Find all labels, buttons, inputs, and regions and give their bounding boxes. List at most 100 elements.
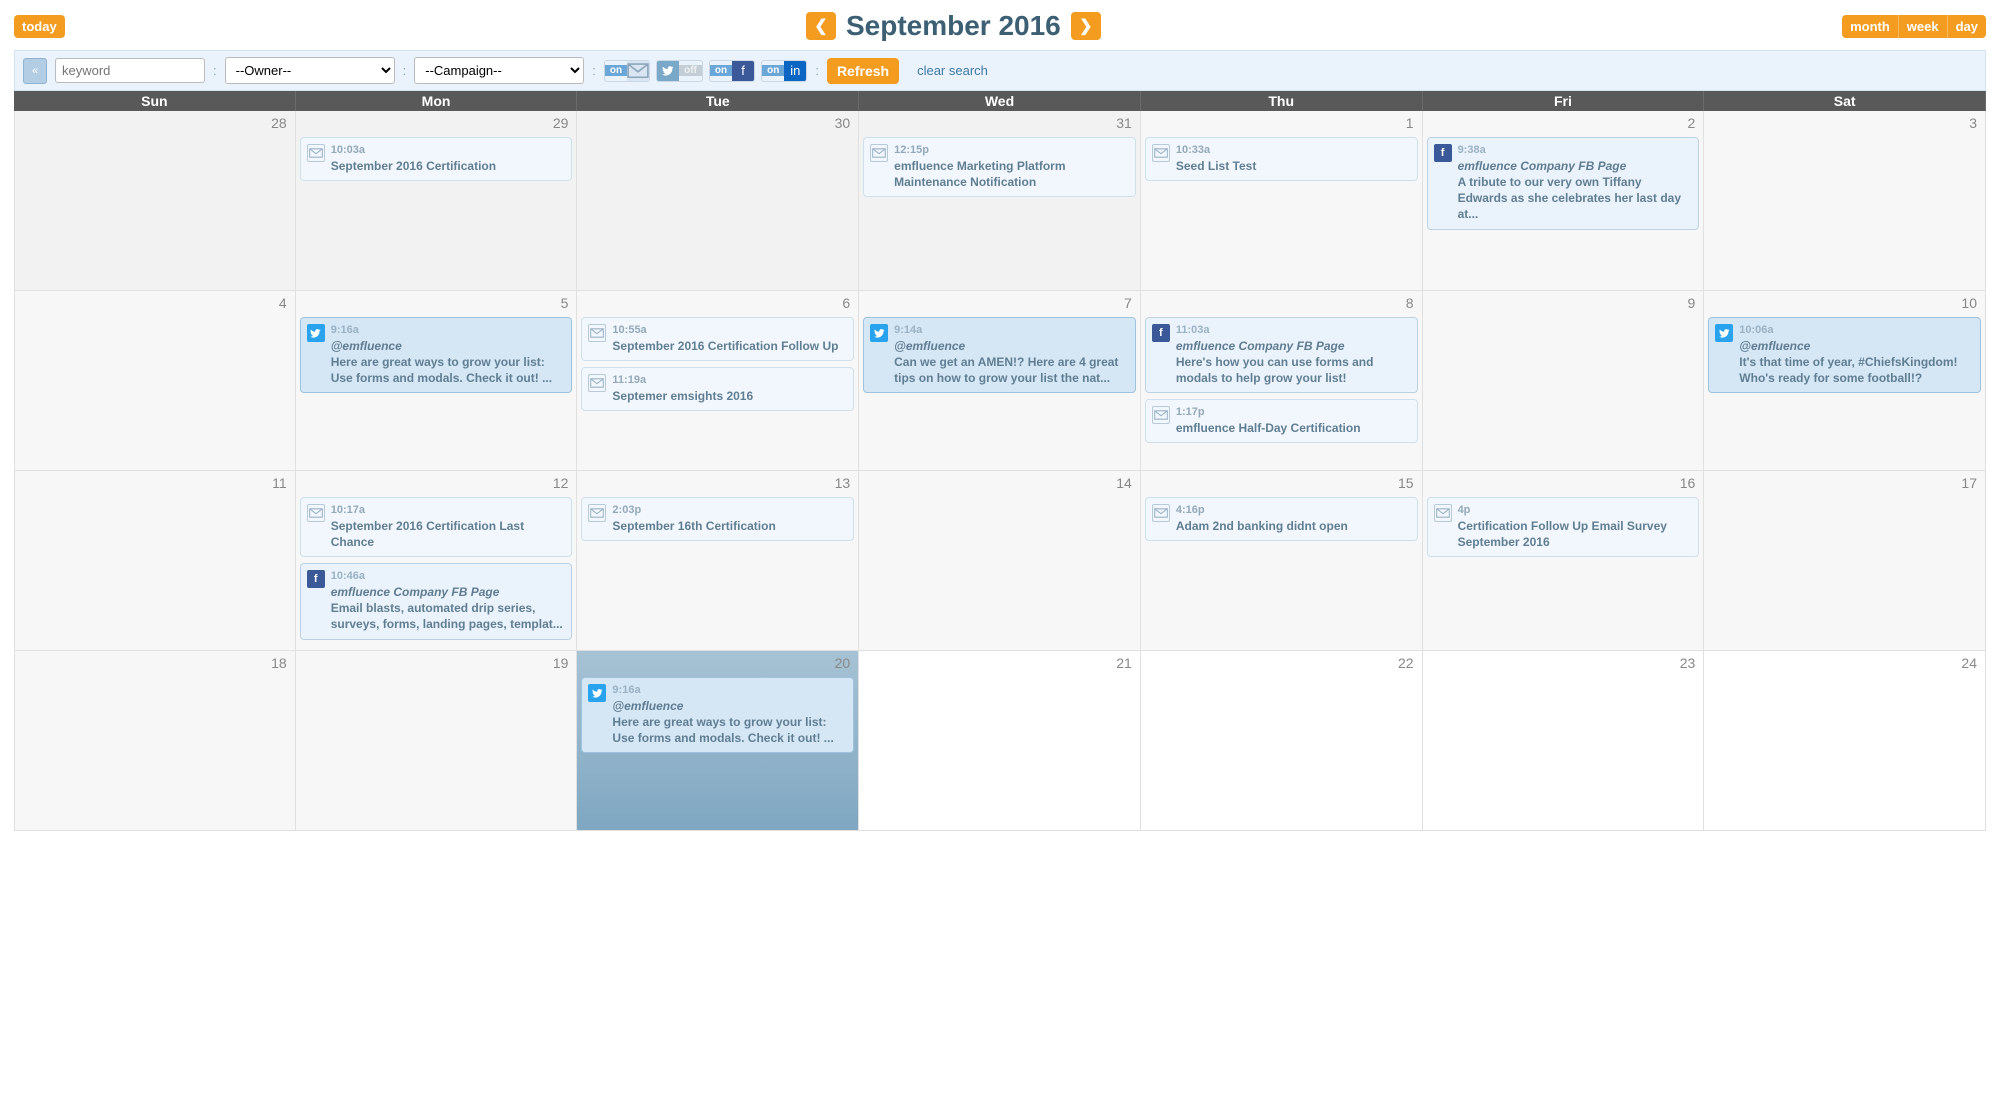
toggle-label: on [710, 65, 732, 76]
events-list: 10:03aSeptember 2016 Certification [300, 137, 573, 181]
calendar-event[interactable]: 2:03pSeptember 16th Certification [581, 497, 854, 541]
event-time: 9:16a [331, 323, 566, 338]
calendar-event[interactable]: f11:03aemfluence Company FB PageHere's h… [1145, 317, 1418, 393]
events-list: 10:33aSeed List Test [1145, 137, 1418, 181]
calendar-cell[interactable]: 17 [1704, 471, 1986, 651]
calendar-cell[interactable]: 3 [1704, 111, 1986, 291]
calendar-cell[interactable]: 19 [296, 651, 578, 831]
event-content: 2:03pSeptember 16th Certification [612, 503, 847, 534]
calendar-event[interactable]: 11:19aSeptemer emsights 2016 [581, 367, 854, 411]
refresh-button[interactable]: Refresh [827, 58, 899, 84]
campaign-select[interactable]: --Campaign-- [414, 57, 584, 84]
day-number: 17 [1961, 475, 1977, 491]
event-subject: September 2016 Certification [331, 158, 566, 174]
toggle-linkedin[interactable]: on in [761, 60, 807, 82]
calendar-header: today ❮ September 2016 ❯ month week day [0, 0, 2000, 50]
clear-search-link[interactable]: clear search [917, 63, 988, 78]
calendar-cell[interactable]: 23 [1423, 651, 1705, 831]
event-body: Here's how you can use forms and modals … [1176, 354, 1411, 386]
calendar-cell[interactable]: 1210:17aSeptember 2016 Certification Las… [296, 471, 578, 651]
view-day-button[interactable]: day [1948, 15, 1986, 38]
calendar-cell[interactable]: 29 10:03aSeptember 2016 Certification [296, 111, 578, 291]
calendar-event[interactable]: 10:17aSeptember 2016 Certification Last … [300, 497, 573, 557]
day-header-thu: Thu [1141, 91, 1423, 111]
event-subject: Certification Follow Up Email Survey Sep… [1458, 518, 1693, 550]
separator: : [592, 63, 596, 78]
calendar-cell[interactable]: 132:03pSeptember 16th Certification [577, 471, 859, 651]
day-number: 2 [1687, 115, 1695, 131]
calendar-event[interactable]: 4pCertification Follow Up Email Survey S… [1427, 497, 1700, 557]
toggle-twitter[interactable]: off [656, 60, 703, 82]
event-body: Here are great ways to grow your list: U… [331, 354, 566, 386]
calendar-event[interactable]: 10:03aSeptember 2016 Certification [300, 137, 573, 181]
calendar-cell[interactable]: 4 [14, 291, 296, 471]
calendar-cell[interactable]: 18 [14, 651, 296, 831]
calendar-cell[interactable]: 14 [859, 471, 1141, 651]
view-week-button[interactable]: week [1899, 15, 1948, 38]
calendar-cell[interactable]: 9 [1423, 291, 1705, 471]
event-time: 9:38a [1458, 143, 1693, 158]
view-month-button[interactable]: month [1842, 15, 1899, 38]
event-content: 9:16a@emfluenceHere are great ways to gr… [331, 323, 566, 386]
calendar-cell[interactable]: 59:16a@emfluenceHere are great ways to g… [296, 291, 578, 471]
calendar-cell[interactable]: 164pCertification Follow Up Email Survey… [1423, 471, 1705, 651]
calendar-cell[interactable]: 110:33aSeed List Test [1141, 111, 1423, 291]
calendar-cell[interactable]: 30 [577, 111, 859, 291]
calendar-cell[interactable]: 154:16pAdam 2nd banking didnt open [1141, 471, 1423, 651]
calendar-cell[interactable]: 7 9:14a@emfluenceCan we get an AMEN!? Her… [859, 291, 1141, 471]
events-list: 10:55aSeptember 2016 Certification Follo… [581, 317, 854, 411]
calendar-cell[interactable]: 610:55aSeptember 2016 Certification Foll… [577, 291, 859, 471]
events-list: 10:06a@emfluenceIt's that time of year, … [1708, 317, 1981, 393]
day-header-tue: Tue [577, 91, 859, 111]
calendar-event[interactable]: 12:15pemfluence Marketing Platform Maint… [863, 137, 1136, 197]
calendar-cell[interactable]: 2 f9:38aemfluence Company FB PageA tribut… [1423, 111, 1705, 291]
event-content: 10:33aSeed List Test [1176, 143, 1411, 174]
chevron-left-icon: ❮ [814, 16, 827, 36]
event-subject: emfluence Marketing Platform Maintenance… [894, 158, 1129, 190]
prev-month-button[interactable]: ❮ [806, 12, 836, 40]
calendar-cell[interactable]: 8f11:03aemfluence Company FB PageHere's … [1141, 291, 1423, 471]
owner-select[interactable]: --Owner-- [225, 57, 395, 84]
calendar-cell[interactable]: 21 [859, 651, 1141, 831]
calendar-cell[interactable]: 3112:15pemfluence Marketing Platform Mai… [859, 111, 1141, 291]
calendar-event[interactable]: 10:33aSeed List Test [1145, 137, 1418, 181]
calendar-cell[interactable]: 209:16a@emfluenceHere are great ways to … [577, 651, 859, 831]
event-subject: Septemer emsights 2016 [612, 388, 847, 404]
linkedin-icon: in [784, 61, 806, 81]
keyword-input[interactable] [55, 58, 205, 83]
calendar-cell[interactable]: 11 [14, 471, 296, 651]
collapse-filters-button[interactable]: « [23, 58, 47, 84]
today-button[interactable]: today [14, 15, 65, 38]
day-number: 7 [1124, 295, 1132, 311]
event-subject: September 16th Certification [612, 518, 847, 534]
event-subject: emfluence Half-Day Certification [1176, 420, 1411, 436]
calendar-event[interactable]: 9:16a@emfluenceHere are great ways to gr… [581, 677, 854, 753]
toggle-email[interactable]: on [604, 60, 650, 82]
day-header-fri: Fri [1423, 91, 1705, 111]
calendar-event[interactable]: 1:17pemfluence Half-Day Certification [1145, 399, 1418, 443]
calendar-day-header: Sun Mon Tue Wed Thu Fri Sat [14, 91, 1986, 111]
event-handle: emfluence Company FB Page [331, 584, 566, 600]
calendar-cell[interactable]: 28 [14, 111, 296, 291]
event-subject: September 2016 Certification Last Chance [331, 518, 566, 550]
calendar-cell[interactable]: 24 [1704, 651, 1986, 831]
toggle-facebook[interactable]: on f [709, 60, 755, 82]
events-list: 4pCertification Follow Up Email Survey S… [1427, 497, 1700, 557]
next-month-button[interactable]: ❯ [1071, 12, 1101, 40]
day-number: 30 [835, 115, 851, 131]
event-content: 10:46aemfluence Company FB PageEmail bla… [331, 569, 566, 632]
calendar-cell[interactable]: 1010:06a@emfluenceIt's that time of year… [1704, 291, 1986, 471]
calendar-event[interactable]: 4:16pAdam 2nd banking didnt open [1145, 497, 1418, 541]
calendar-event[interactable]: 10:06a@emfluenceIt's that time of year, … [1708, 317, 1981, 393]
day-header-sat: Sat [1704, 91, 1986, 111]
day-number: 29 [553, 115, 569, 131]
calendar-event[interactable]: f9:38aemfluence Company FB PageA tribute… [1427, 137, 1700, 230]
double-chevron-left-icon: « [32, 65, 38, 77]
calendar-cell[interactable]: 22 [1141, 651, 1423, 831]
calendar-event[interactable]: 9:16a@emfluenceHere are great ways to gr… [300, 317, 573, 393]
calendar-event[interactable]: f10:46aemfluence Company FB PageEmail bl… [300, 563, 573, 639]
calendar-event[interactable]: 9:14a@emfluenceCan we get an AMEN!? Here… [863, 317, 1136, 393]
calendar-event[interactable]: 10:55aSeptember 2016 Certification Follo… [581, 317, 854, 361]
events-list: 9:16a@emfluenceHere are great ways to gr… [300, 317, 573, 393]
events-list: 4:16pAdam 2nd banking didnt open [1145, 497, 1418, 541]
